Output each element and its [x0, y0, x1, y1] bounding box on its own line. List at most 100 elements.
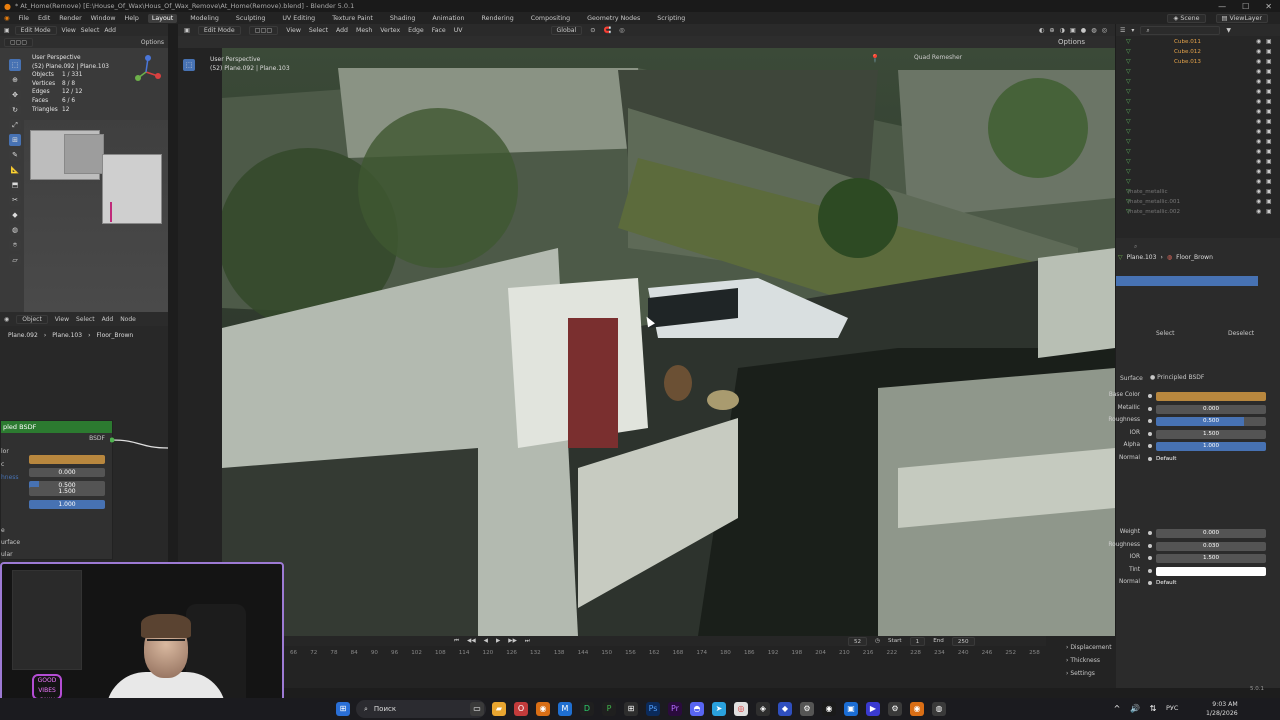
- system-clock[interactable]: 9:03 AM 1/28/2026: [1206, 700, 1238, 718]
- node-section[interactable]: e: [1, 527, 113, 537]
- camera-icon[interactable]: ▣: [1266, 78, 1272, 85]
- eye-icon[interactable]: ◉: [1256, 48, 1261, 55]
- main-3d-viewport[interactable]: [178, 48, 1115, 636]
- menu-view[interactable]: View: [286, 27, 301, 34]
- outliner-row[interactable]: ▽ ◉ ▣: [1116, 158, 1280, 168]
- tab-compositing[interactable]: Compositing: [527, 14, 574, 23]
- property-field[interactable]: 1.000: [1156, 442, 1266, 451]
- menu-file[interactable]: File: [19, 15, 30, 22]
- socket-dot-icon[interactable]: [1148, 406, 1152, 411]
- tab-shading[interactable]: Shading: [386, 14, 420, 23]
- menu-add[interactable]: Add: [104, 27, 116, 34]
- menu-render[interactable]: Render: [59, 15, 81, 22]
- surface-shader-selector[interactable]: ● Principled BSDF: [1150, 374, 1204, 381]
- menu-select[interactable]: Select: [81, 27, 100, 34]
- minimize-button[interactable]: —: [1218, 2, 1226, 11]
- app-icon-d[interactable]: D: [580, 702, 594, 716]
- mode-selector[interactable]: Edit Mode: [197, 25, 241, 35]
- shading-material-icon[interactable]: ◍: [1091, 27, 1096, 34]
- menu-edge[interactable]: Edge: [408, 27, 424, 34]
- select-box-icon[interactable]: ⬚: [183, 59, 195, 71]
- app-icon-circle[interactable]: ◍: [932, 702, 946, 716]
- property-field[interactable]: Default: [1156, 579, 1266, 588]
- snap-icon[interactable]: 🧲: [603, 26, 611, 34]
- next-key-icon[interactable]: ▶▶: [508, 638, 517, 644]
- outliner-search-input[interactable]: ⌕: [1140, 25, 1221, 35]
- property-field[interactable]: 0.000: [1156, 529, 1266, 538]
- select-button[interactable]: Select: [1156, 330, 1175, 337]
- poly-build-icon[interactable]: ◆: [9, 209, 21, 221]
- socket-dot-icon[interactable]: [1148, 543, 1152, 548]
- camera-icon[interactable]: ▣: [1266, 168, 1272, 175]
- options-dropdown[interactable]: Options: [1058, 38, 1115, 46]
- thickness-panel[interactable]: › Thickness: [1066, 657, 1100, 664]
- timeline[interactable]: ⏮ ◀◀ ◀ ▶ ▶▶ ⏭ 52 ◷ Start 1 End 250 66 72 7…: [284, 636, 1046, 688]
- camera-icon[interactable]: ▣: [1266, 198, 1272, 205]
- jump-end-icon[interactable]: ⏭: [525, 638, 530, 645]
- eye-icon[interactable]: ◉: [1256, 108, 1261, 115]
- object-mode-selector[interactable]: Object: [16, 314, 48, 324]
- settings-panel[interactable]: › Settings: [1066, 670, 1095, 677]
- outliner-row[interactable]: ▽ ◉ ▣: [1116, 178, 1280, 188]
- camera-icon[interactable]: ▣: [1266, 88, 1272, 95]
- spin-icon[interactable]: ◍: [9, 224, 21, 236]
- discord-icon[interactable]: ◓: [690, 702, 704, 716]
- shading-rendered-icon[interactable]: ◎: [1102, 27, 1107, 34]
- outliner-row[interactable]: ▽ ◉ ▣: [1116, 78, 1280, 88]
- properties-search-input[interactable]: ⌕: [1134, 242, 1254, 251]
- outliner-row[interactable]: ▽ ◉ ▣: [1116, 98, 1280, 108]
- outliner-row[interactable]: ▽ mate_metallic.001 ◉ ▣: [1116, 198, 1280, 208]
- options-dropdown[interactable]: Options: [141, 39, 168, 46]
- outliner-row[interactable]: ▽ ◉ ▣: [1116, 138, 1280, 148]
- eye-icon[interactable]: ◉: [1256, 38, 1261, 45]
- app-icon-game[interactable]: ◆: [778, 702, 792, 716]
- property-field[interactable]: [1156, 392, 1266, 401]
- deselect-button[interactable]: Deselect: [1228, 330, 1254, 337]
- app-icon-grid[interactable]: ⊞: [624, 702, 638, 716]
- menu-select[interactable]: Select: [76, 316, 95, 323]
- menu-window[interactable]: Window: [91, 15, 116, 22]
- material-slot-selected[interactable]: [1116, 276, 1258, 286]
- socket-dot-icon[interactable]: [1148, 394, 1152, 398]
- camera-icon[interactable]: ▣: [1266, 148, 1272, 155]
- camera-icon[interactable]: ▣: [1266, 128, 1272, 135]
- socket-dot-icon[interactable]: [1148, 556, 1152, 560]
- menu-add[interactable]: Add: [336, 27, 348, 34]
- camera-icon[interactable]: ▣: [1266, 138, 1272, 145]
- left-viewport-scene[interactable]: [24, 120, 168, 312]
- editor-type-icon[interactable]: ▣: [184, 27, 190, 34]
- orientation-selector[interactable]: Global: [550, 25, 583, 35]
- properties-editor[interactable]: ⌕ ▽ Plane.103 › ◍ Floor_Brown Select Des…: [1108, 238, 1280, 692]
- file-explorer-icon[interactable]: ▰: [492, 702, 506, 716]
- network-icon[interactable]: ⇅: [1146, 702, 1160, 716]
- navigation-gizmo[interactable]: [132, 54, 164, 90]
- outliner-row[interactable]: ▽ ◉ ▣: [1116, 118, 1280, 128]
- app-icon-settings[interactable]: ⚙: [800, 702, 814, 716]
- property-field[interactable]: 0.030: [1156, 541, 1266, 551]
- property-field[interactable]: Default: [1156, 455, 1266, 464]
- tab-sculpting[interactable]: Sculpting: [232, 14, 269, 23]
- displacement-panel[interactable]: › Displacement: [1066, 644, 1112, 651]
- cursor-icon[interactable]: ⊕: [9, 74, 21, 86]
- transform-icon[interactable]: ⊞: [9, 134, 21, 146]
- outliner-row[interactable]: ▽ Cube.013 ◉ ▣: [1116, 58, 1280, 68]
- alpha-field[interactable]: 1.000: [29, 500, 105, 509]
- view-layer-selector[interactable]: ▤ ViewLayer: [1215, 13, 1268, 23]
- annotate-icon[interactable]: ✎: [9, 149, 21, 161]
- shader-node-editor[interactable]: ◉ Object View Select Add Node Plane.092 …: [0, 312, 168, 568]
- chrome-icon[interactable]: ◎: [734, 702, 748, 716]
- eye-icon[interactable]: ◉: [1256, 188, 1261, 195]
- tab-modeling[interactable]: Modeling: [186, 14, 223, 23]
- camera-icon[interactable]: ▣: [1266, 58, 1272, 65]
- tab-rendering[interactable]: Rendering: [478, 14, 518, 23]
- socket-dot-icon[interactable]: [1148, 531, 1152, 535]
- jump-start-icon[interactable]: ⏮: [454, 638, 459, 645]
- eye-icon[interactable]: ◉: [1256, 98, 1261, 105]
- property-field[interactable]: 0.000: [1156, 404, 1266, 414]
- eye-icon[interactable]: ◉: [1256, 58, 1261, 65]
- menu-node[interactable]: Node: [120, 316, 136, 323]
- eye-icon[interactable]: ◉: [1256, 198, 1261, 205]
- blender-menu-icon[interactable]: ◉: [4, 15, 10, 22]
- socket-dot-icon[interactable]: [1148, 444, 1152, 448]
- blender-running-icon[interactable]: ◉: [910, 702, 924, 716]
